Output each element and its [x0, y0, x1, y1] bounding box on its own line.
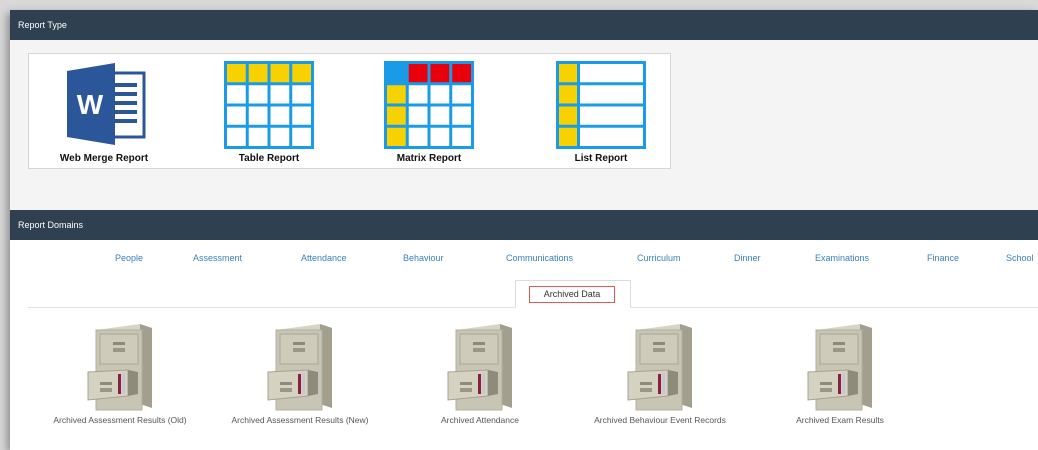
filing-cabinet-icon	[267, 324, 332, 411]
tab-dinner[interactable]: Dinner	[734, 253, 761, 263]
tab-archived-data[interactable]: Archived Data	[515, 280, 631, 308]
archived-assessment-results-new-item[interactable]: Archived Assessment Results (New)	[215, 322, 385, 432]
tab-people[interactable]: People	[115, 253, 143, 263]
report-type-selector: W Web Merge Report Table Report Matrix R…	[28, 53, 671, 169]
tab-school[interactable]: School	[1006, 253, 1034, 263]
tab-finance[interactable]: Finance	[927, 253, 959, 263]
list-grid-icon	[556, 61, 646, 149]
tab-attendance[interactable]: Attendance	[301, 253, 347, 263]
archived-assessment-results-old-item[interactable]: Archived Assessment Results (Old)	[35, 322, 205, 432]
filing-cabinet-icon	[807, 324, 872, 411]
web-merge-report-label: Web Merge Report	[59, 153, 149, 164]
filing-cabinet-icon	[87, 324, 152, 411]
tab-examinations[interactable]: Examinations	[815, 253, 869, 263]
tab-behaviour[interactable]: Behaviour	[403, 253, 444, 263]
list-report-option[interactable]: List Report	[521, 54, 681, 168]
matrix-report-option[interactable]: Matrix Report	[349, 54, 509, 168]
item-label: Archived Assessment Results (New)	[231, 415, 369, 425]
filing-cabinet-icon	[447, 324, 512, 411]
table-report-option[interactable]: Table Report	[189, 54, 349, 168]
report-type-header: Report Type	[10, 10, 1038, 40]
table-report-label: Table Report	[238, 153, 300, 164]
item-label: Archived Assessment Results (Old)	[53, 415, 187, 425]
tab-curriculum[interactable]: Curriculum	[637, 253, 681, 263]
item-label: Archived Behaviour Event Records	[594, 415, 726, 425]
filing-cabinet-icon	[627, 324, 692, 411]
archived-behaviour-event-records-item[interactable]: Archived Behaviour Event Records	[575, 322, 745, 432]
archived-attendance-item[interactable]: Archived Attendance	[395, 322, 565, 432]
list-report-label: List Report	[574, 153, 628, 164]
tab-archived-data-label: Archived Data	[529, 286, 615, 303]
table-grid-icon	[224, 61, 314, 149]
matrix-grid-icon	[384, 61, 474, 149]
item-label: Archived Attendance	[441, 415, 519, 425]
report-domains-area: People Assessment Attendance Behaviour C…	[10, 240, 1038, 450]
web-merge-report-option[interactable]: W Web Merge Report	[24, 54, 184, 168]
archived-exam-results-item[interactable]: Archived Exam Results	[755, 322, 925, 432]
report-domains-header: Report Domains	[10, 210, 1038, 240]
report-wizard-panel: Report Type W Web Merge Report Table Rep…	[10, 10, 1038, 450]
matrix-report-label: Matrix Report	[396, 153, 462, 164]
tab-communications[interactable]: Communications	[506, 253, 573, 263]
svg-text:W: W	[77, 89, 104, 120]
tab-assessment[interactable]: Assessment	[193, 253, 242, 263]
word-document-icon: W	[67, 63, 146, 145]
item-label: Archived Exam Results	[796, 415, 884, 425]
